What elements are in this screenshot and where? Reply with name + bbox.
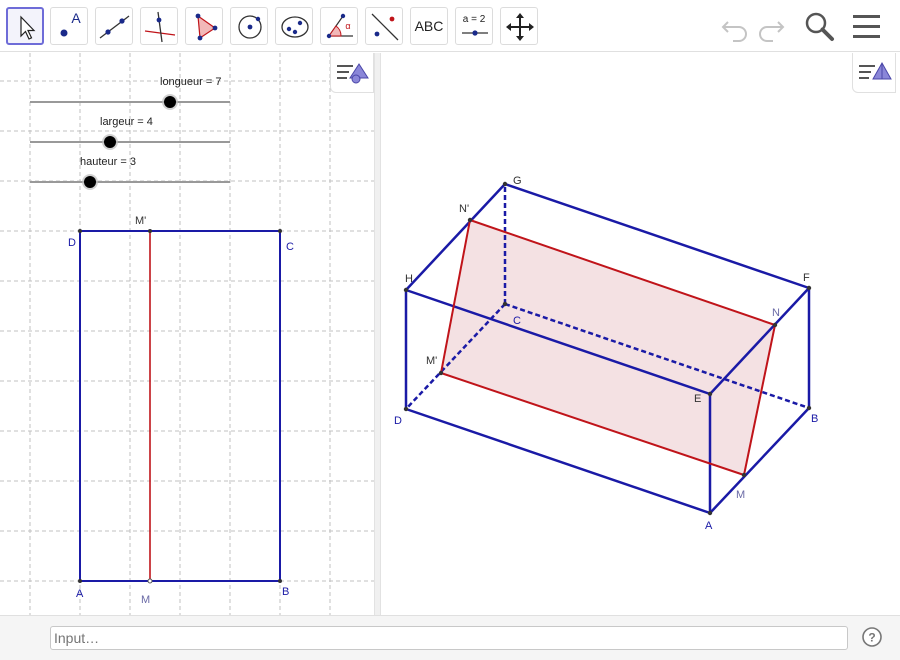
perpendicular-line-icon — [144, 11, 176, 43]
circle-with-center-icon — [238, 15, 262, 39]
graphics-view-3d[interactable]: A B C D E F G H M N N' M' — [381, 53, 900, 615]
label-A-3d: A — [705, 520, 713, 532]
polygon-icon — [195, 13, 218, 41]
toolbar: A α ABC a = 2 — [0, 0, 900, 52]
label-M-3d: M — [736, 489, 745, 501]
label-G-3d: G — [513, 175, 522, 187]
label-D-2d: D — [68, 237, 76, 249]
label-A-2d: A — [76, 588, 84, 600]
label-M-2d: M — [141, 594, 150, 606]
move-tool[interactable] — [6, 7, 44, 45]
label-F-3d: F — [803, 272, 810, 284]
input-bar: ? — [0, 615, 900, 660]
label-B-3d: B — [811, 413, 818, 425]
polygon-tool[interactable] — [185, 7, 223, 45]
slider-tool[interactable]: a = 2 — [455, 7, 493, 45]
slider-label-hauteur: hauteur = 3 — [80, 156, 136, 168]
conic-tool[interactable] — [275, 7, 313, 45]
line-through-two-points-icon — [99, 15, 130, 39]
label-N-3d: N — [772, 307, 780, 319]
label-Np-3d: N' — [459, 203, 469, 215]
angle-tool-label: α — [345, 21, 351, 31]
perpendicular-line-tool[interactable] — [140, 7, 178, 45]
slider-label-longueur: longueur = 7 — [160, 76, 222, 88]
circle-tool[interactable] — [230, 7, 268, 45]
graphics-stylebar-icon — [337, 63, 369, 84]
label-E-3d: E — [694, 393, 701, 405]
move-graphics-view-tool[interactable] — [500, 7, 538, 45]
graphics-stylebar-toggle[interactable] — [330, 53, 374, 93]
pointer-arrow-icon — [20, 15, 36, 40]
move-cross-arrows-icon — [506, 13, 534, 41]
reflect-about-line-icon — [371, 13, 399, 41]
slider-tool-label: a = 2 — [462, 14, 486, 25]
search-icon[interactable] — [802, 10, 836, 44]
3d-stylebar-toggle[interactable] — [852, 53, 896, 93]
graphics-canvas-2d[interactable]: A B C D M M' — [0, 53, 374, 615]
point-tool-label: A — [71, 10, 81, 26]
dashed-grid — [0, 53, 374, 615]
label-B-2d: B — [282, 586, 289, 598]
label-Mp-2d: M' — [135, 215, 146, 227]
graphics-view-2d[interactable]: A B C D M M' longueur = 7 largeur = 4 ha… — [0, 53, 374, 615]
slider-label-largeur: largeur = 4 — [100, 116, 153, 128]
ellipse-icon — [281, 16, 309, 38]
label-H-3d: H — [405, 273, 413, 285]
point-tool[interactable]: A — [50, 7, 88, 45]
angle-tool[interactable]: α — [320, 7, 358, 45]
label-C-2d: C — [286, 241, 294, 253]
help-icon[interactable]: ? — [862, 627, 882, 647]
hamburger-menu-icon[interactable] — [850, 10, 884, 44]
label-C-3d: C — [513, 315, 521, 327]
algebra-input-field[interactable] — [50, 626, 848, 650]
view-divider[interactable] — [374, 53, 381, 615]
label-Mp-3d: M' — [426, 355, 437, 367]
svg-text:?: ? — [868, 631, 875, 645]
redo-icon[interactable] — [754, 10, 788, 44]
undo-icon[interactable] — [718, 10, 752, 44]
3d-stylebar-icon — [859, 61, 892, 80]
text-tool[interactable]: ABC — [410, 7, 448, 45]
text-tool-label: ABC — [414, 18, 444, 34]
graphics-canvas-3d[interactable]: A B C D E F G H M N N' M' — [381, 53, 900, 615]
line-tool[interactable] — [95, 7, 133, 45]
label-D-3d: D — [394, 415, 402, 427]
reflect-tool[interactable] — [365, 7, 403, 45]
